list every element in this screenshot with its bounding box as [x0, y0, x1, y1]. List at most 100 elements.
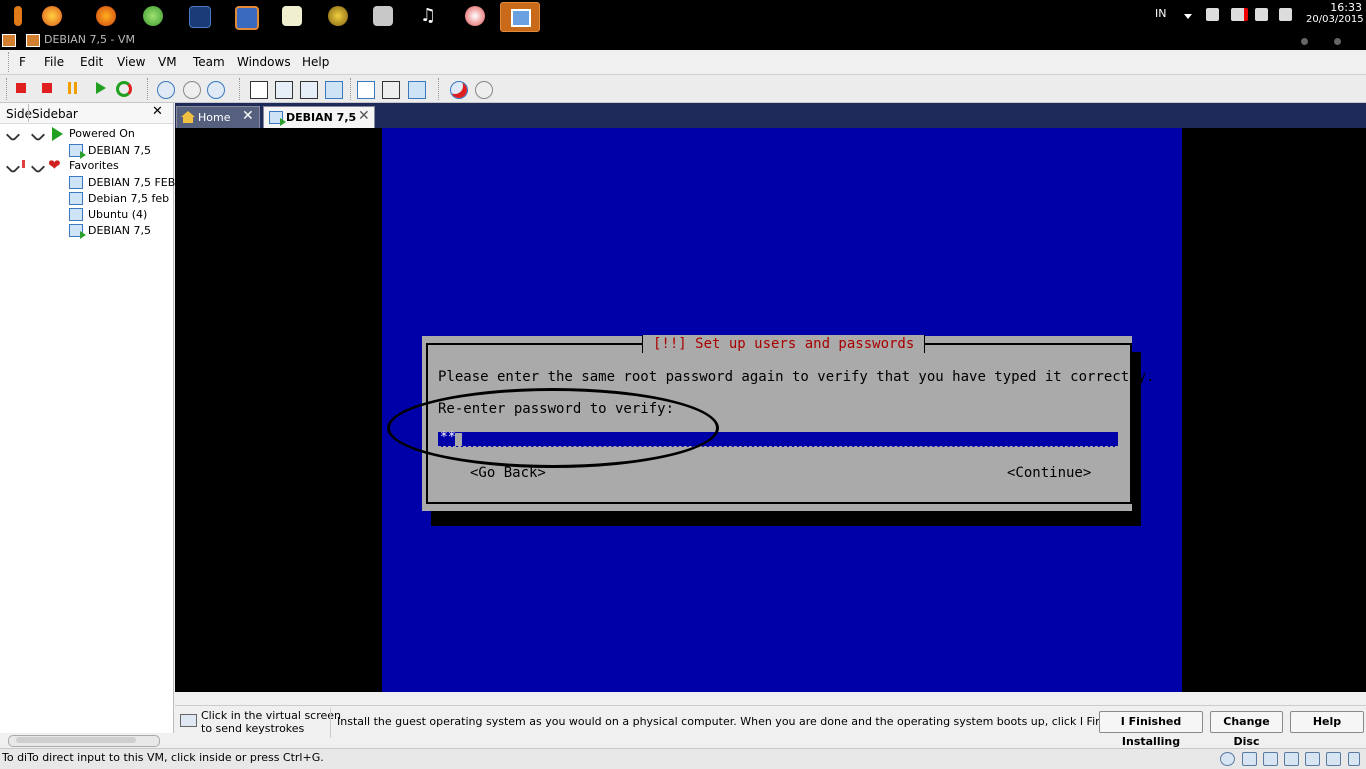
photoshop-icon[interactable]: [189, 6, 211, 28]
installer-dialog-title: [!!] Set up users and passwords: [642, 335, 926, 353]
menu-f[interactable]: F: [19, 55, 26, 69]
favorite-marker-icon: [22, 160, 25, 168]
clock-time[interactable]: 16:33: [1322, 1, 1362, 14]
toolbar-separator: [438, 78, 441, 100]
console-view-icon[interactable]: [357, 81, 375, 99]
globe-app-icon[interactable]: [328, 6, 348, 26]
fruit-app-icon[interactable]: [42, 6, 62, 26]
window-titlebar: [0, 32, 1366, 50]
keyboard-icon: [180, 714, 197, 727]
replay-icon[interactable]: [475, 81, 493, 99]
library-icon[interactable]: [373, 6, 393, 26]
stop-icon[interactable]: [42, 83, 52, 93]
green-app-icon[interactable]: [143, 6, 163, 26]
heart-icon: ❤: [48, 156, 61, 174]
sidebar-group-powered-on[interactable]: Powered On: [69, 127, 135, 140]
tab-debian-label: DEBIAN 7,5: [286, 111, 357, 124]
hard-disk-icon[interactable]: [1242, 752, 1257, 766]
home-icon-base: [183, 117, 193, 123]
language-indicator[interactable]: IN: [1155, 7, 1166, 20]
vmware-icon[interactable]: [235, 6, 259, 30]
message-icon[interactable]: [1348, 752, 1360, 766]
taskbar: ♫ IN 16:33 20/03/2015: [0, 0, 1366, 32]
notepad-icon[interactable]: [282, 6, 302, 26]
tab-home[interactable]: Home ✕: [176, 106, 260, 128]
vm-icon: [69, 192, 83, 205]
floppy-icon[interactable]: [1263, 752, 1278, 766]
volume-icon[interactable]: [1255, 8, 1268, 21]
sidebar-item-debian-feb[interactable]: Debian 7,5 feb: [88, 192, 169, 205]
full-screen-icon[interactable]: [300, 81, 318, 99]
click-hint-line2: to send keystrokes: [201, 722, 305, 735]
revert-snapshot-icon[interactable]: [183, 81, 201, 99]
toolbar-separator: [350, 78, 353, 100]
toolbar-separator: [239, 78, 242, 100]
sidebar-item-debian[interactable]: DEBIAN 7,5: [88, 224, 151, 237]
orange-app-icon[interactable]: [14, 6, 22, 26]
powered-on-icon: [52, 127, 63, 141]
annotation-ellipse: [387, 388, 719, 468]
help-button[interactable]: Help: [1290, 711, 1364, 733]
play-icon[interactable]: [96, 82, 106, 94]
snapshot-icon[interactable]: [157, 81, 175, 99]
reset-icon[interactable]: [116, 81, 132, 97]
running-vm-icon: [269, 111, 286, 126]
unity-icon[interactable]: [325, 81, 343, 99]
tab-home-label: Home: [198, 111, 231, 124]
appliance-view-icon[interactable]: [408, 81, 426, 99]
menu-windows[interactable]: Windows: [237, 55, 291, 69]
sidebar-item-ubuntu[interactable]: Ubuntu (4): [88, 208, 147, 221]
usb-icon[interactable]: [1305, 752, 1320, 766]
running-vm-icon: [69, 224, 86, 239]
clock-date[interactable]: 20/03/2015: [1306, 14, 1364, 25]
quick-switch-icon[interactable]: [275, 81, 293, 99]
window-title: DEBIAN 7,5 - VM: [44, 33, 135, 46]
paint-icon[interactable]: [465, 6, 485, 26]
signal-icon[interactable]: [1279, 8, 1292, 21]
tray-expand-icon[interactable]: [1184, 14, 1192, 19]
tab-debian-close-icon[interactable]: ✕: [358, 108, 370, 124]
snapshot-manager-icon[interactable]: [207, 81, 225, 99]
printer-icon[interactable]: [1326, 752, 1341, 766]
finished-installing-button[interactable]: I Finished Installing: [1099, 711, 1203, 748]
menu-view[interactable]: View: [117, 55, 145, 69]
sidebar-title: Sidebar: [32, 107, 78, 121]
sidebar-group-favorites[interactable]: Favorites: [69, 159, 119, 172]
menu-vm[interactable]: VM: [158, 55, 177, 69]
vmware-active-icon[interactable]: [500, 2, 540, 32]
sidebar-close-icon[interactable]: ✕: [152, 104, 163, 119]
network-status-icon[interactable]: [1220, 752, 1235, 766]
record-icon[interactable]: [450, 81, 468, 99]
installer-prompt: Please enter the same root password agai…: [438, 369, 1155, 385]
window-dot-icon[interactable]: [1334, 38, 1341, 45]
network-error-icon[interactable]: [1231, 8, 1248, 21]
toolbar-separator: [147, 78, 150, 100]
menubar-grip: [8, 52, 11, 72]
power-off-icon[interactable]: [16, 83, 26, 93]
menu-help[interactable]: Help: [302, 55, 329, 69]
summary-view-icon[interactable]: [382, 81, 400, 99]
clipboard-icon[interactable]: [1206, 8, 1219, 21]
music-note-icon[interactable]: ♫: [420, 6, 440, 26]
vmware-window-icon: [26, 34, 40, 47]
toolbar: [0, 75, 1366, 103]
change-disc-button[interactable]: Change Disc: [1210, 711, 1283, 748]
sidebar-scrollbar-thumb[interactable]: [16, 737, 136, 743]
sidebar-item-debian-feb-upper[interactable]: DEBIAN 7,5 FEB: [88, 176, 175, 189]
tab-debian[interactable]: DEBIAN 7,5 ✕: [263, 106, 375, 128]
firefox-icon[interactable]: [96, 6, 116, 26]
menu-team[interactable]: Team: [193, 55, 225, 69]
toolbar-grip: [6, 78, 9, 100]
continue-button[interactable]: <Continue>: [1007, 465, 1091, 481]
network-adapter-icon[interactable]: [1284, 752, 1299, 766]
menu-edit[interactable]: Edit: [80, 55, 103, 69]
pause-icon[interactable]: [68, 82, 71, 94]
tab-home-close-icon[interactable]: ✕: [242, 108, 254, 124]
click-hint-line1: Click in the virtual screen: [201, 709, 342, 722]
menu-file[interactable]: File: [44, 55, 64, 69]
window-dot-icon[interactable]: [1301, 38, 1308, 45]
vm-icon: [69, 208, 83, 221]
show-sidebar-icon[interactable]: [250, 81, 268, 99]
sidebar-item-debian-running[interactable]: DEBIAN 7,5: [88, 144, 151, 157]
status-text: To diTo direct input to this VM, click i…: [2, 751, 324, 764]
